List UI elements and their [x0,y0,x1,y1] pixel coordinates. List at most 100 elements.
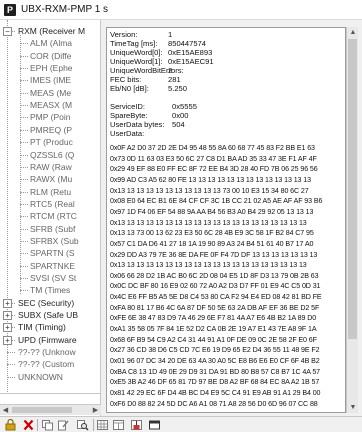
tree-item[interactable]: RAW (Raw [0,161,100,173]
field-label: UniqueWord[0]: [110,48,163,57]
tree-group[interactable]: − RXM (Receiver M [0,25,100,37]
hex-data-line: 0x08 E0 64 EC B1 6E 84 CF CF 3C 1B CC 21… [110,197,323,206]
field-value: 0x00 [172,111,189,120]
tree-line [20,43,28,45]
scroll-up-arrow-icon[interactable]: ▲ [347,27,359,38]
hex-data-line: 0x97 1D F4 06 EF 54 88 9A AA B4 56 B3 A0… [110,207,314,216]
tree-item[interactable]: RTCM (RTC [0,210,100,222]
tree-item-label: SEC (Security) [18,297,75,308]
hex-data-line: 0x13 13 13 13 13 13 13 13 13 13 13 13 13… [110,218,307,227]
field-value: 0xE15AE893 [168,48,213,57]
hex-data-line: 0xFE 6E 38 47 83 D9 7A 46 29 6E F7 81 4A… [110,314,317,323]
field-label: Version: [110,30,138,39]
detail-field: Version: 1 [110,30,344,39]
tree-group[interactable]: ??-?? (Unknow [0,346,100,358]
tree-item[interactable]: IMES (IME [0,74,100,86]
tree-item[interactable]: RLM (Retu [0,186,100,198]
tree-group[interactable]: UNKNOWN [0,371,100,383]
tree-item-label: SPARTNKE [30,260,76,271]
tree-item[interactable]: ALM (Alma [0,37,100,49]
field-label: UniqueWord[1]: [110,57,163,66]
scroll-left-arrow-icon[interactable]: ◀ [0,405,11,416]
tree-item[interactable]: MEASX (M [0,99,100,111]
field-label: TimeTag [ms]: [110,39,158,48]
toolbar-separator [37,419,38,431]
tree-line [20,92,28,94]
tree-item[interactable]: SFRB (Subf [0,223,100,235]
field-value: 5.250 [168,84,188,93]
tree-line [20,166,28,168]
tree-line [20,117,28,119]
grid-icon[interactable] [96,419,109,431]
detail-field: UniqueWord[1]: 0xE15AEC91 [110,57,344,66]
hex-data-line: 0x81 42 29 EC 6F D4 4B BC D4 E9 5C C4 91… [110,388,321,397]
hex-data-line: 0x68 6F B9 54 C9 A2 C4 31 44 91 A1 0F DE… [110,335,317,344]
toolbar-separator [93,419,94,431]
tree-item[interactable]: COR (Diffe [0,50,100,62]
tree-group[interactable]: + TIM (Timing) [0,321,100,333]
tree-item[interactable]: PT (Produc [0,136,100,148]
field-label: Eb/N0 [dB]: [110,84,149,93]
tree-item-label: ??-?? (Unknow [18,347,76,358]
tree-line [20,290,28,292]
tree-item-label: EPH (Ephe [30,63,73,74]
tree-item-label: SVSI (SV St [30,273,77,283]
window-icon[interactable] [148,419,161,431]
field-value: 2 [168,66,173,75]
expand-icon[interactable]: + [3,311,12,321]
tree-item[interactable]: SFRBX (Sub [0,235,100,247]
tree-item[interactable]: MEAS (Me [0,87,100,99]
expand-icon[interactable]: + [3,298,12,308]
hex-data-line: 0x73 0D 11 63 03 E3 50 6C 27 C8 D1 BA AD… [110,154,317,163]
tree-group[interactable]: ??-?? (Custom [0,358,100,370]
tree-item[interactable]: TM (Times [0,284,100,296]
close-icon[interactable] [22,419,35,431]
copy-icon[interactable] [41,419,54,431]
collapse-icon[interactable]: − [3,27,12,36]
tree-item-label: RAWX (Mu [30,174,73,185]
message-detail-panel[interactable]: Version: 1 TimeTag [ms]: 850447574 UniqueWor… [106,27,346,413]
title-bar: P UBX-RXM-PMP 1 s [0,0,362,20]
table-icon[interactable] [112,419,125,431]
edit-icon[interactable] [57,419,70,431]
tree-item[interactable]: SPARTN (S [0,247,100,259]
hex-data-line: 0x29 DD A3 79 7E 36 8E DA FE 0F F4 7D DF… [110,250,318,259]
tree-item[interactable]: SPARTNKE [0,260,100,272]
tree-item[interactable]: EPH (Ephe [0,62,100,74]
tree-item-label: MEAS (Me [30,87,72,98]
detail-field [110,93,344,102]
scroll-down-arrow-icon[interactable]: ▼ [347,402,359,413]
tree-item[interactable]: PMP (Poin [0,111,100,123]
message-tree[interactable]: − RXM (Receiver M ALM (Alma COR (Diffe EPH (… [0,20,101,416]
tree-item[interactable]: QZSSL6 (Q [0,149,100,161]
tree-line [7,376,15,378]
expand-icon[interactable]: + [3,335,12,345]
tree-item[interactable]: RTC5 (Real [0,198,100,210]
tree-group[interactable]: + SUBX (Safe UB [0,309,100,321]
tree-item-label: MEASX (M [30,100,73,111]
tree-group[interactable]: + SEC (Security) [0,297,100,309]
hex-data-line: 0xFA 80 81 17 B6 4C 6A 87 DF 50 5E 63 2A… [110,303,320,312]
tree-line [20,191,28,193]
tree-item[interactable]: SVSI (SV St [0,272,100,284]
detail-field: SpareByte: 0x00 [110,111,344,120]
save-icon[interactable] [130,419,143,431]
tree-line [20,105,28,107]
expand-icon[interactable]: + [3,323,12,333]
search-icon[interactable] [76,419,89,431]
lock-icon[interactable] [4,418,17,431]
field-label: UserData bytes: [110,120,165,129]
scroll-thumb[interactable] [348,39,357,339]
tree-line [20,55,28,57]
tree-item[interactable]: PMREQ (P [0,124,100,136]
tree-item[interactable]: RAWX (Mu [0,173,100,185]
window-title: UBX-RXM-PMP 1 s [21,4,109,15]
tree-horizontal-scrollbar[interactable]: ◀ ▶ [0,404,101,415]
tree-item-label: PMP (Poin [30,112,71,123]
scroll-thumb[interactable] [12,407,72,413]
tree-group[interactable]: + UPD (Firmware [0,334,100,346]
scroll-right-arrow-icon[interactable]: ▶ [90,405,101,416]
tree-item-label: ??-?? (Custom [18,359,75,370]
detail-vertical-scrollbar[interactable]: ▲ ▼ [346,27,358,413]
field-label: FEC bits: [110,75,142,84]
